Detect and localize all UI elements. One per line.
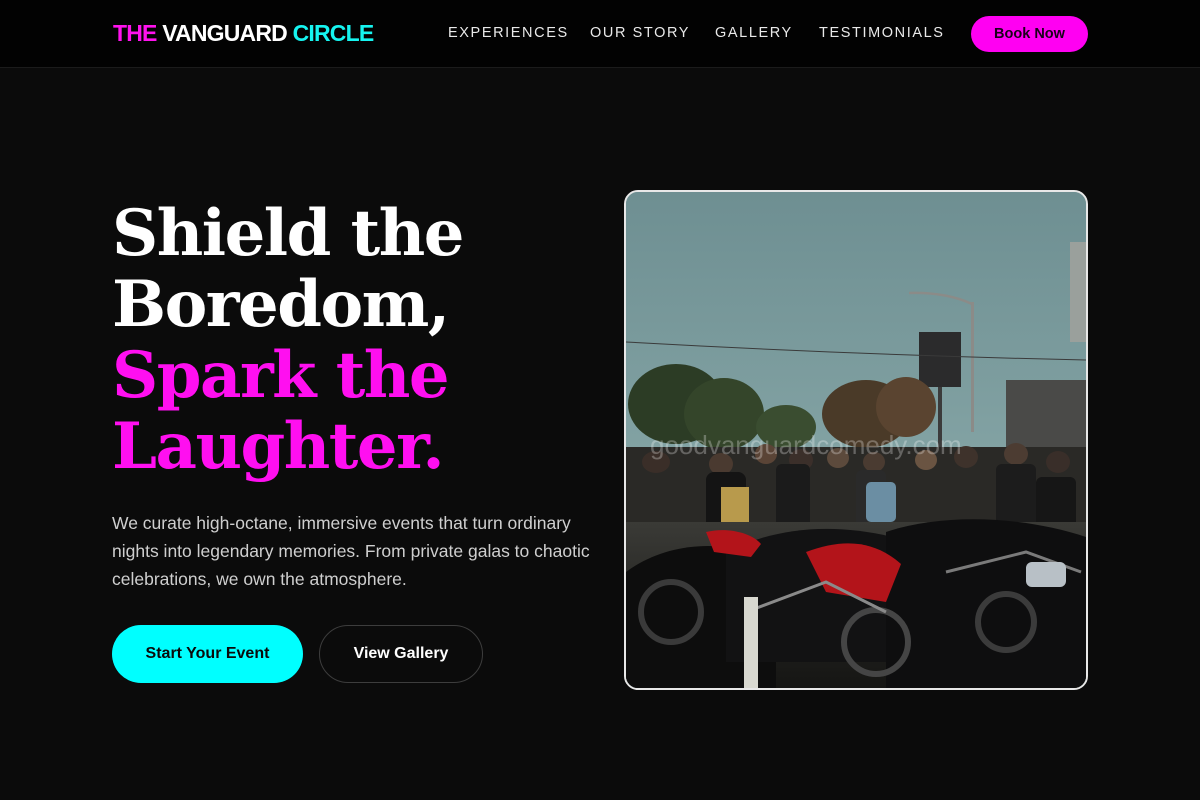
headline-line-4: Laughter. bbox=[112, 409, 445, 484]
book-now-button[interactable]: Book Now bbox=[971, 16, 1088, 52]
site-header: THE VANGUARD CIRCLE EXPERIENCES OUR STOR… bbox=[0, 0, 1200, 68]
headline-line-3: Spark the bbox=[112, 338, 450, 413]
photo-watermark: goodvanguardcomedy.com bbox=[650, 430, 962, 460]
headline-line-2: Boredom, bbox=[112, 267, 450, 342]
hero-headline: Shield the Boredom, Spark the Laughter. bbox=[112, 196, 464, 484]
nav-link-gallery[interactable]: GALLERY bbox=[715, 24, 793, 42]
logo-word-vanguard: VANGUARD bbox=[162, 20, 288, 46]
logo-word-circle: CIRCLE bbox=[292, 20, 375, 46]
headline-line-1: Shield the bbox=[112, 196, 464, 271]
hero-photo: goodvanguardcomedy.com bbox=[624, 190, 1088, 690]
nav-link-our-story[interactable]: OUR STORY bbox=[590, 24, 690, 42]
crowd-with-motorcycles-photo: goodvanguardcomedy.com bbox=[626, 192, 1086, 688]
brand-logo[interactable]: THE VANGUARD CIRCLE bbox=[113, 19, 375, 47]
start-event-button[interactable]: Start Your Event bbox=[112, 625, 303, 683]
nav-link-experiences[interactable]: EXPERIENCES bbox=[448, 24, 569, 42]
nav-link-testimonials[interactable]: TESTIMONIALS bbox=[819, 24, 945, 42]
hero-description: We curate high-octane, immersive events … bbox=[112, 513, 590, 589]
view-gallery-button[interactable]: View Gallery bbox=[319, 625, 483, 683]
logo-word-the: THE bbox=[113, 20, 157, 46]
